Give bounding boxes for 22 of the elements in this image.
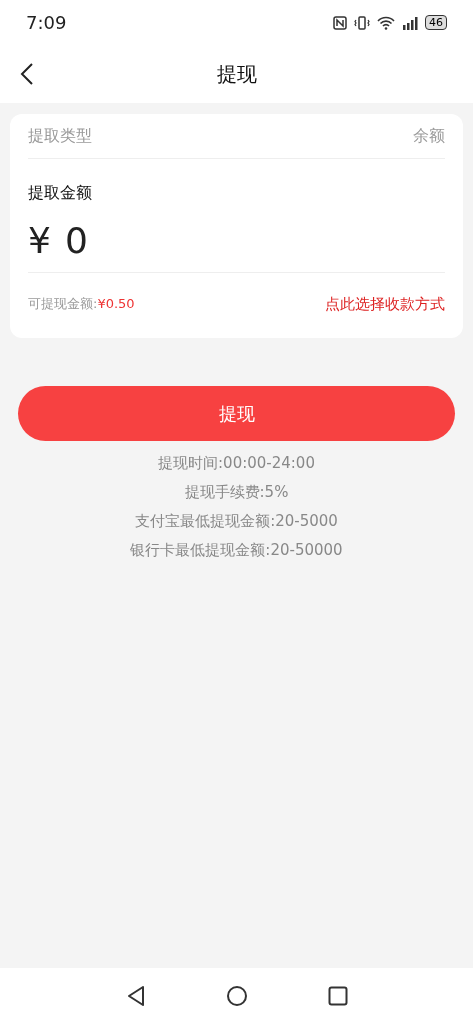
info-note: 提现手续费:5%: [184, 482, 289, 503]
nfc-icon: [333, 15, 347, 30]
type-value[interactable]: 余额: [413, 125, 445, 147]
recents-nav-icon[interactable]: [327, 986, 348, 1006]
signal-icon: [401, 15, 419, 30]
vibrate-icon: [353, 15, 371, 30]
info-note: 支付宝最低提现金额:20-5000: [135, 511, 338, 532]
choose-method-link[interactable]: 点此选择收款方式: [325, 294, 445, 314]
info-note: 银行卡最低提现金额:20-50000: [130, 540, 343, 561]
battery-indicator: 46: [425, 15, 447, 30]
type-label: 提取类型: [28, 125, 92, 147]
home-nav-icon[interactable]: [225, 985, 248, 1007]
back-nav-icon[interactable]: [125, 985, 146, 1007]
currency-symbol: ¥: [28, 219, 51, 261]
back-icon[interactable]: [20, 62, 34, 86]
info-note: 提现时间:00:00-24:00: [158, 453, 315, 474]
status-time: 7:09: [26, 12, 67, 33]
available-amount: 可提现金额:¥0.50: [28, 295, 135, 313]
wifi-icon: [377, 15, 395, 30]
amount-label: 提取金额: [28, 183, 93, 204]
page-title: 提现: [216, 60, 257, 88]
withdraw-button[interactable]: 提现: [18, 386, 455, 441]
